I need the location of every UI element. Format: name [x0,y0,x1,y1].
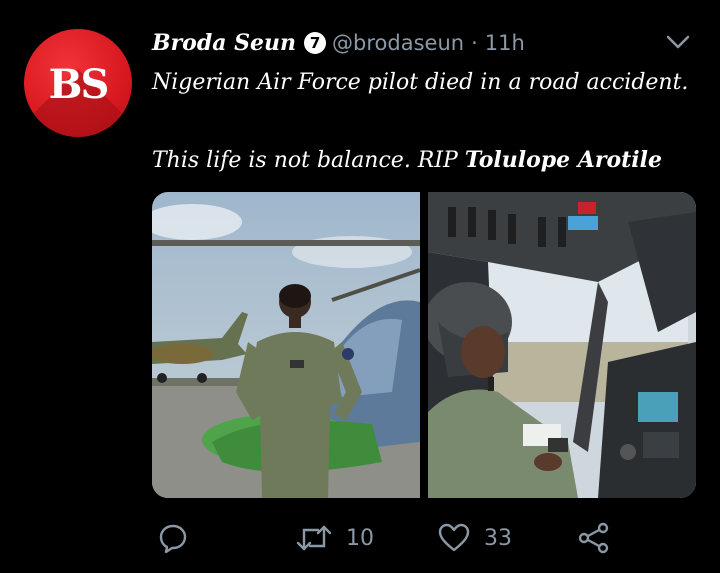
heart-icon [438,523,470,552]
share-button[interactable] [578,520,610,556]
tweet-actions: 10 33 [0,520,720,556]
tweet-text-line2: This life is not balance. RIP Tolulope A… [152,147,662,173]
tweet-text-prefix: This life is not balance. RIP [152,148,465,173]
tweet-text-name: Tolulope Arotile [464,147,663,173]
verified-badge-icon: 7 [304,32,327,54]
tweet-time[interactable]: 11h [485,31,525,55]
reply-button[interactable] [158,520,202,556]
tweet-text-line1: Nigerian Air Force pilot died in a road … [152,70,689,95]
author-handle[interactable]: @brodaseun [332,31,464,55]
tweet-header: Broda Seun 7 @brodaseun · 11h [152,30,525,56]
tweet-image-pilot-standing[interactable] [152,192,420,498]
share-icon [578,522,609,554]
chevron-down-icon[interactable] [666,34,690,50]
retweet-button[interactable]: 10 [296,520,374,556]
author-name[interactable]: Broda Seun [152,30,296,56]
tweet-image-pilot-cockpit[interactable] [428,192,696,498]
like-count: 33 [484,525,512,551]
separator-dot: · [471,31,478,55]
avatar-logo-text: BS [48,61,110,108]
avatar[interactable]: BS [24,29,132,137]
retweet-icon [296,525,332,551]
retweet-count: 10 [346,525,374,551]
like-button[interactable]: 33 [438,520,512,556]
reply-icon [159,524,187,553]
